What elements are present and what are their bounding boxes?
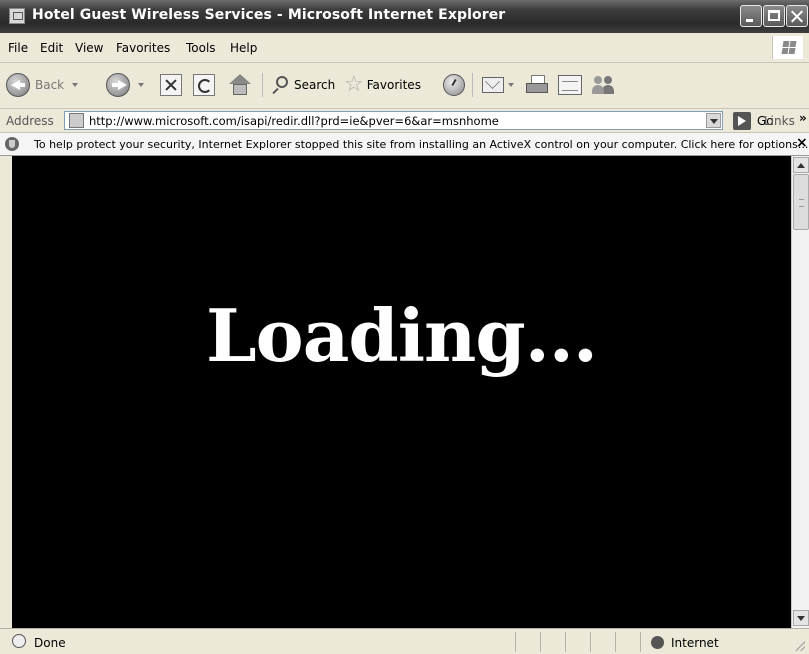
menu-tools[interactable]: Tools xyxy=(186,41,216,55)
loading-text: Loading... xyxy=(206,293,598,378)
page-icon xyxy=(69,113,84,128)
back-button[interactable]: Back xyxy=(6,71,79,99)
favorites-button[interactable]: ☆ Favorites xyxy=(344,71,421,99)
status-bar: Done Internet xyxy=(0,628,809,654)
back-arrow-icon xyxy=(6,73,30,97)
ie-page-icon[interactable] xyxy=(9,8,25,24)
edit-button[interactable] xyxy=(558,71,582,99)
forward-button[interactable] xyxy=(106,71,144,99)
chevron-down-icon[interactable] xyxy=(138,83,144,87)
search-icon xyxy=(272,76,290,94)
status-cell xyxy=(565,632,566,652)
title-bar: Hotel Guest Wireless Services - Microsof… xyxy=(0,0,809,33)
status-cell xyxy=(590,632,591,652)
toolbar-separator xyxy=(472,73,473,97)
stop-icon xyxy=(160,74,182,96)
vertical-scrollbar[interactable] xyxy=(791,156,809,628)
status-cell xyxy=(515,632,516,652)
history-icon xyxy=(443,74,465,96)
address-bar: Address http://www.microsoft.com/isapi/r… xyxy=(0,109,809,133)
chevron-down-icon[interactable] xyxy=(508,83,514,87)
globe-icon xyxy=(651,636,664,649)
links-chevron[interactable]: » xyxy=(799,111,807,125)
back-label: Back xyxy=(35,78,65,92)
print-button[interactable] xyxy=(526,71,548,99)
stop-button[interactable] xyxy=(160,71,182,99)
menu-file[interactable]: File xyxy=(8,41,28,55)
forward-arrow-icon xyxy=(106,73,130,97)
status-cell xyxy=(640,632,641,652)
page-status-icon xyxy=(12,634,26,648)
shield-icon xyxy=(5,137,19,151)
standard-toolbar: Back Search ☆ Favorites xyxy=(0,63,809,109)
messenger-icon xyxy=(592,74,616,96)
history-button[interactable] xyxy=(443,71,465,99)
menu-view[interactable]: View xyxy=(75,41,103,55)
mail-icon xyxy=(482,77,504,93)
address-url[interactable]: http://www.microsoft.com/isapi/redir.dll… xyxy=(89,114,499,128)
page-content: Loading... xyxy=(12,156,791,628)
home-button[interactable] xyxy=(228,71,252,99)
messenger-button[interactable] xyxy=(592,71,616,99)
favorites-label: Favorites xyxy=(366,78,421,92)
status-text: Done xyxy=(34,636,66,650)
minimize-button[interactable] xyxy=(740,5,762,27)
search-button[interactable]: Search xyxy=(272,71,335,99)
window-frame-left xyxy=(0,156,12,628)
address-dropdown-button[interactable] xyxy=(706,113,721,128)
edit-icon xyxy=(558,75,582,95)
refresh-button[interactable] xyxy=(193,71,215,99)
status-cell xyxy=(615,632,616,652)
go-arrow-icon xyxy=(733,111,751,130)
home-icon xyxy=(228,74,252,96)
menu-bar: File Edit View Favorites Tools Help xyxy=(0,33,809,63)
menu-edit[interactable]: Edit xyxy=(40,41,63,55)
close-button[interactable] xyxy=(786,5,808,27)
information-bar-close-button[interactable]: × xyxy=(796,135,808,151)
maximize-button[interactable] xyxy=(763,5,785,27)
links-toolbar[interactable]: Links xyxy=(764,114,795,128)
scroll-thumb[interactable] xyxy=(793,174,809,230)
information-bar-message[interactable]: To help protect your security, Internet … xyxy=(34,138,808,151)
menu-favorites[interactable]: Favorites xyxy=(116,41,170,55)
search-label: Search xyxy=(294,78,336,92)
address-input[interactable]: http://www.microsoft.com/isapi/redir.dll… xyxy=(64,111,723,130)
star-icon: ☆ xyxy=(344,72,364,97)
windows-logo-icon xyxy=(772,36,803,59)
scroll-down-button[interactable] xyxy=(793,610,809,626)
chevron-down-icon[interactable] xyxy=(72,83,79,87)
security-zone-label: Internet xyxy=(671,636,719,650)
refresh-icon xyxy=(193,74,215,96)
toolbar-separator xyxy=(262,73,263,97)
resize-grip[interactable] xyxy=(795,641,805,651)
information-bar[interactable]: To help protect your security, Internet … xyxy=(0,133,809,156)
browser-window: Hotel Guest Wireless Services - Microsof… xyxy=(0,0,809,654)
window-title: Hotel Guest Wireless Services - Microsof… xyxy=(32,7,506,23)
print-icon xyxy=(526,75,548,95)
menu-help[interactable]: Help xyxy=(230,41,257,55)
status-cell xyxy=(540,632,541,652)
scroll-up-button[interactable] xyxy=(793,157,809,173)
address-label: Address xyxy=(6,114,54,128)
mail-button[interactable] xyxy=(482,71,514,99)
